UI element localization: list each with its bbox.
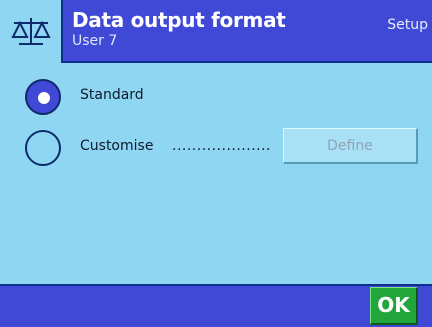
mode-label: Setup	[387, 17, 428, 33]
user-name: User 7	[72, 33, 118, 49]
page-title: Data output format	[72, 8, 286, 32]
option-standard[interactable]: Standard	[0, 77, 432, 117]
option-label-customise: Customise	[80, 138, 154, 154]
radio-standard[interactable]	[25, 79, 61, 115]
footer-bar	[0, 284, 432, 327]
radio-dot	[38, 92, 50, 104]
radio-customise[interactable]	[25, 130, 61, 166]
option-label-standard: Standard	[80, 87, 144, 103]
option-customise[interactable]: Customise .................... Define	[0, 128, 432, 168]
ok-button[interactable]: OK	[370, 287, 418, 325]
dot-leader: ....................	[172, 138, 272, 154]
balance-icon	[11, 18, 51, 45]
balance-icon-box	[0, 0, 63, 63]
define-button[interactable]: Define	[283, 128, 418, 164]
header-bar: Data output format User 7 Setup	[0, 0, 432, 63]
setup-screen: Data output format User 7 Setup Standard…	[0, 0, 432, 327]
